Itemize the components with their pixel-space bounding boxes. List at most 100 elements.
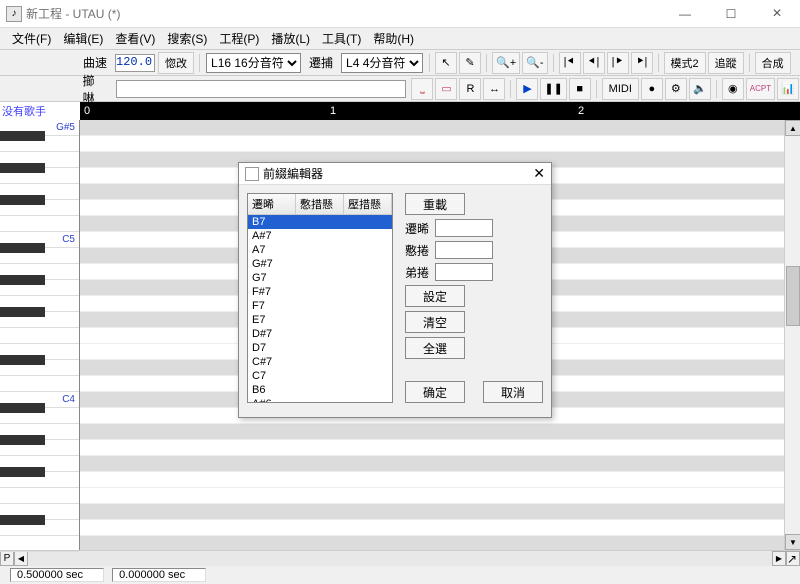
field1-label: 遷晞 (405, 220, 429, 237)
list-item[interactable]: C#7 (248, 355, 392, 369)
list-item[interactable]: C7 (248, 369, 392, 383)
tool-acpt[interactable]: ACPT (746, 78, 775, 100)
maximize-button[interactable]: ☐ (708, 0, 754, 28)
list-item[interactable]: E7 (248, 313, 392, 327)
status-time-right: 0.000000 sec (112, 568, 206, 582)
zoom-out-icon[interactable]: 🔍- (522, 52, 547, 74)
speaker-icon[interactable]: 🔈 (689, 78, 711, 100)
goto-end-icon[interactable]: ⯈| (631, 52, 653, 74)
menu-project[interactable]: 工程(P) (213, 30, 265, 47)
time-ruler[interactable]: 没有歌手 0 1 2 (0, 102, 800, 120)
horizontal-scrollbar[interactable]: P ◀ ▶ ↗ (0, 550, 800, 566)
list-item[interactable]: A#7 (248, 229, 392, 243)
menu-play[interactable]: 播放(L) (265, 30, 316, 47)
list-item[interactable]: B7 (248, 215, 392, 229)
list-item[interactable]: A7 (248, 243, 392, 257)
list-item[interactable]: F7 (248, 299, 392, 313)
list-item[interactable]: A#6 (248, 397, 392, 402)
list-item[interactable]: B6 (248, 383, 392, 397)
reload-button[interactable]: 重載 (405, 193, 465, 215)
set-button[interactable]: 設定 (405, 285, 465, 307)
list-item[interactable]: D#7 (248, 327, 392, 341)
pause-button[interactable]: ❚❚ (540, 78, 566, 100)
tempo-label: 曲速 (83, 54, 107, 71)
tool-a[interactable]: ⎵ (411, 78, 433, 100)
quant-label: 遷捕 (309, 54, 333, 71)
pencil-tool[interactable]: ✎ (459, 52, 481, 74)
ruler-tick: 2 (578, 105, 584, 117)
dialog-titlebar[interactable]: 前綴編輯器 ✕ (239, 163, 551, 185)
mode2-button[interactable]: 模式2 (664, 52, 706, 74)
hscroll-label[interactable]: P (0, 551, 14, 566)
tool-c[interactable]: ◉ (722, 78, 744, 100)
list-item[interactable]: G7 (248, 271, 392, 285)
app-icon: ♪ (6, 6, 22, 22)
undo-button[interactable]: 惚改 (158, 52, 194, 74)
pointer-tool[interactable]: ↖ (435, 52, 457, 74)
zoom-in-icon[interactable]: 🔍+ (492, 52, 520, 74)
scroll-right-icon[interactable]: ▶ (772, 551, 786, 566)
settings-icon[interactable]: ⚙ (665, 78, 687, 100)
toolbar-2: 擳啉 ⎵ ▭ R ↔ ▶ ❚❚ ■ MIDI ● ⚙ 🔈 ◉ ACPT 📊 (0, 76, 800, 102)
list-item[interactable]: D7 (248, 341, 392, 355)
key-c5: C5 (62, 234, 75, 245)
ruler-tick: 0 (84, 105, 90, 117)
tempo-input[interactable]: 120.0 (115, 54, 155, 72)
field3-label: 弟捲 (405, 264, 429, 281)
minimize-button[interactable]: — (662, 0, 708, 28)
selectall-button[interactable]: 全選 (405, 337, 465, 359)
lyrics-input[interactable] (116, 80, 406, 98)
tool-arrow[interactable]: ↔ (483, 78, 505, 100)
scroll-down-icon[interactable]: ▼ (785, 534, 800, 550)
menu-tools[interactable]: 工具(T) (316, 30, 367, 47)
list-item[interactable]: F#7 (248, 285, 392, 299)
singer-label[interactable]: 没有歌手 (0, 102, 80, 120)
status-time-left: 0.500000 sec (10, 568, 104, 582)
vertical-scrollbar[interactable]: ▲ ▼ (784, 120, 800, 550)
menu-file[interactable]: 文件(F) (6, 30, 57, 47)
scroll-up-icon[interactable]: ▲ (785, 120, 800, 136)
menu-edit[interactable]: 编辑(E) (57, 30, 109, 47)
field3-input[interactable] (435, 263, 493, 281)
col-2[interactable]: 懯措懸 (296, 194, 344, 214)
ruler-tick: 1 (330, 105, 336, 117)
menu-search[interactable]: 搜索(S) (161, 30, 213, 47)
piano-keys[interactable]: G#5 C5 C4 (0, 120, 80, 550)
field2-label: 懯捲 (405, 242, 429, 259)
ok-button[interactable]: 确定 (405, 381, 465, 403)
close-button[interactable]: × (754, 0, 800, 28)
synth-button[interactable]: 合成 (755, 52, 791, 74)
cancel-button[interactable]: 取消 (483, 381, 543, 403)
rec-button[interactable]: ● (641, 78, 663, 100)
list-item[interactable]: G#7 (248, 257, 392, 271)
goto-start-icon[interactable]: |⯇ (559, 52, 581, 74)
menu-view[interactable]: 查看(V) (109, 30, 161, 47)
field1-input[interactable] (435, 219, 493, 237)
scroll-thumb[interactable] (786, 266, 800, 326)
menu-bar: 文件(F) 编辑(E) 查看(V) 搜索(S) 工程(P) 播放(L) 工具(T… (0, 28, 800, 50)
window-title: 新工程 - UTAU (*) (26, 5, 662, 22)
tool-r[interactable]: R (459, 78, 481, 100)
menu-help[interactable]: 帮助(H) (367, 30, 420, 47)
tool-wave[interactable]: 📊 (777, 78, 799, 100)
dialog-close-icon[interactable]: ✕ (533, 165, 545, 182)
next-icon[interactable]: |⯈ (607, 52, 629, 74)
stop-button[interactable]: ■ (569, 78, 591, 100)
title-bar: ♪ 新工程 - UTAU (*) — ☐ × (0, 0, 800, 28)
col-3[interactable]: 壓措懸 (344, 194, 392, 214)
prev-icon[interactable]: ⯇| (583, 52, 605, 74)
length-select[interactable]: L4 4分音符 (341, 53, 423, 73)
chase-button[interactable]: 追蹤 (708, 52, 744, 74)
note-list[interactable]: 遷晞 懯措懸 壓措懸 B7A#7A7G#7G7F#7F7E7D#7D7C#7C7… (247, 193, 393, 403)
key-gs5: G#5 (56, 122, 75, 133)
play-button[interactable]: ▶ (516, 78, 538, 100)
field2-input[interactable] (435, 241, 493, 259)
play-label: 擳啉 (83, 72, 107, 106)
midi-button[interactable]: MIDI (602, 78, 639, 100)
scroll-left-icon[interactable]: ◀ (14, 551, 28, 566)
clear-button[interactable]: 清空 (405, 311, 465, 333)
col-1[interactable]: 遷晞 (248, 194, 296, 214)
dialog-title: 前綴編輯器 (263, 165, 323, 182)
quantize-select[interactable]: L16 16分音符 (206, 53, 301, 73)
tool-b[interactable]: ▭ (435, 78, 457, 100)
